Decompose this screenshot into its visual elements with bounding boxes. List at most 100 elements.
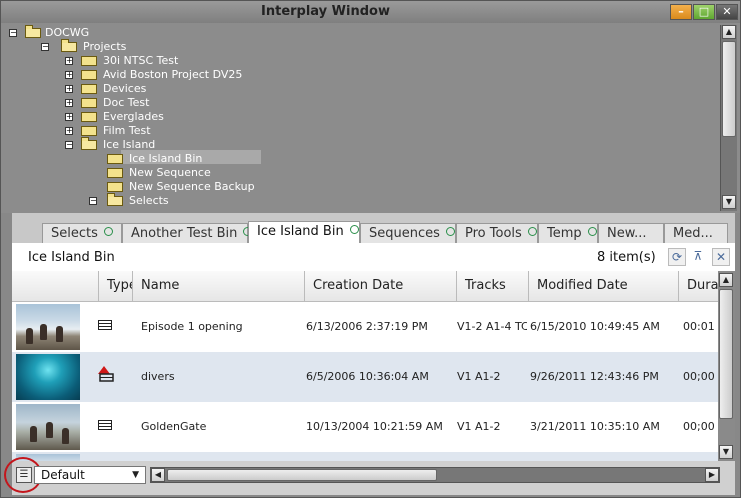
folder-icon: [81, 84, 97, 94]
header-tracks[interactable]: Tracks: [456, 271, 528, 301]
interplay-window: Interplay Window – □ ✕ − DOCWG − Project…: [0, 0, 741, 498]
tab-temp[interactable]: Temp: [538, 223, 598, 243]
chevron-down-icon: ▼: [132, 470, 139, 480]
header-name[interactable]: Name: [132, 271, 304, 301]
collapse-icon[interactable]: −: [41, 43, 49, 51]
cell-tracks: V1-2 A1-4 TC: [457, 320, 527, 333]
cell-duration: 00;00: [683, 370, 715, 383]
tree-label: Projects: [83, 40, 127, 53]
folder-icon: [81, 126, 97, 136]
master-clip-icon: [98, 420, 112, 430]
header-thumbnail[interactable]: [12, 271, 98, 301]
header-modified-date[interactable]: Modified Date: [528, 271, 678, 301]
tree-label: Doc Test: [103, 96, 150, 109]
tab-selects[interactable]: Selects: [42, 223, 122, 243]
thumbnail-figure: [56, 326, 63, 342]
tree-label: New Sequence Backup: [129, 180, 255, 193]
tree-label: Selects: [129, 194, 169, 207]
scroll-up-icon[interactable]: ▲: [722, 25, 736, 39]
scroll-up-icon[interactable]: ▲: [719, 273, 733, 287]
cell-creation-date: 6/13/2006 2:37:19 PM: [306, 320, 428, 333]
expand-icon[interactable]: +: [65, 71, 73, 79]
tab-status-icon: [587, 227, 597, 236]
folder-open-icon: [81, 137, 97, 150]
header-type[interactable]: Type: [98, 271, 132, 301]
collapse-icon[interactable]: −: [65, 141, 73, 149]
tab-label: Selects: [51, 226, 98, 241]
folder-icon: [81, 112, 97, 122]
folder-icon: [81, 98, 97, 108]
expand-icon[interactable]: +: [65, 99, 73, 107]
tab-pro-tools[interactable]: Pro Tools: [456, 223, 538, 243]
cell-name: GoldenGate: [141, 420, 207, 433]
table-row[interactable]: Episode 1 opening 6/13/2006 2:37:19 PM V…: [12, 302, 718, 352]
tree-label: Everglades: [103, 110, 164, 123]
tree-scroll-thumb[interactable]: [722, 41, 736, 137]
header-duration[interactable]: Dura: [678, 271, 718, 301]
bin-view-select[interactable]: Default ▼: [34, 466, 146, 484]
thumbnail-figure: [26, 328, 33, 344]
folder-icon: [81, 70, 97, 80]
tab-new[interactable]: New...: [598, 223, 664, 243]
bin-bottom-bar: ☰ Default ▼ ◀ ▶: [4, 457, 735, 495]
tree-label: Avid Boston Project DV25: [103, 68, 243, 81]
close-button[interactable]: ✕: [716, 4, 738, 20]
table-row[interactable]: GoldenGate 10/13/2004 10:21:59 AM V1 A1-…: [12, 402, 718, 452]
scroll-down-icon[interactable]: ▼: [722, 195, 736, 209]
tab-status-icon: [527, 227, 537, 236]
cell-modified-date: 6/15/2010 10:49:45 AM: [530, 320, 660, 333]
bin-title: Ice Island Bin: [28, 250, 115, 265]
cell-name: divers: [141, 370, 175, 383]
tree-label: Film Test: [103, 124, 151, 137]
collapse-icon[interactable]: −: [89, 197, 97, 205]
scroll-left-icon[interactable]: ◀: [151, 468, 165, 482]
tab-label: Pro Tools: [465, 226, 522, 241]
thumbnail-figure: [30, 426, 37, 442]
scroll-down-icon[interactable]: ▼: [719, 445, 733, 459]
bin-icon: [107, 154, 123, 164]
clip-thumbnail: [16, 304, 80, 350]
table-scroll-thumb[interactable]: [719, 289, 733, 419]
bin-icon: [107, 168, 123, 178]
window-title: Interplay Window: [261, 4, 390, 19]
bin-icon: [107, 182, 123, 192]
expand-icon[interactable]: +: [65, 127, 73, 135]
cell-name: Episode 1 opening: [141, 320, 243, 333]
cell-duration: 00:01: [683, 320, 715, 333]
table-row[interactable]: [12, 452, 718, 461]
collapse-icon[interactable]: −: [9, 29, 17, 37]
tab-ice-island-bin[interactable]: Ice Island Bin: [248, 221, 360, 243]
table-scrollbar[interactable]: ▲ ▼: [718, 271, 735, 461]
maximize-button[interactable]: □: [693, 4, 715, 20]
header-creation-date[interactable]: Creation Date: [304, 271, 456, 301]
tab-label: New...: [607, 226, 647, 241]
table-row[interactable]: divers 6/5/2006 10:36:04 AM V1 A1-2 9/26…: [12, 352, 718, 402]
tab-sequences[interactable]: Sequences: [360, 223, 456, 243]
master-clip-icon: [98, 366, 114, 382]
folder-open-icon: [61, 39, 77, 52]
minimize-button[interactable]: –: [670, 4, 692, 20]
expand-icon[interactable]: +: [65, 113, 73, 121]
project-tree: − DOCWG − Projects + 30i NTSC Test + Avi…: [1, 23, 740, 213]
cell-modified-date: 3/21/2011 10:35:10 AM: [530, 420, 660, 433]
tree-label: DOCWG: [45, 26, 90, 39]
tab-another-test-bin[interactable]: Another Test Bin: [122, 223, 253, 243]
tab-med[interactable]: Med...: [664, 223, 728, 243]
expand-icon[interactable]: +: [65, 57, 73, 65]
close-bin-icon[interactable]: ✕: [712, 248, 730, 266]
expand-icon[interactable]: +: [65, 85, 73, 93]
table-header: Type Name Creation Date Tracks Modified …: [12, 271, 718, 302]
title-bar[interactable]: Interplay Window – □ ✕: [1, 1, 740, 24]
scroll-right-icon[interactable]: ▶: [705, 468, 719, 482]
bin-header: Ice Island Bin 8 item(s) ⟳ ⊼ ✕: [12, 243, 735, 272]
subclip-icon: [98, 320, 112, 330]
folder-open-icon: [25, 25, 41, 38]
thumbnail-figure: [46, 422, 53, 438]
pin-icon[interactable]: ⊼: [689, 248, 707, 266]
refresh-icon[interactable]: ⟳: [668, 248, 686, 266]
tab-label: Temp: [547, 226, 582, 241]
horizontal-scrollbar[interactable]: ◀ ▶: [150, 467, 720, 483]
tree-scrollbar[interactable]: ▲ ▼: [720, 25, 737, 211]
tab-status-icon: [445, 227, 455, 236]
horizontal-scroll-thumb[interactable]: [167, 469, 437, 481]
